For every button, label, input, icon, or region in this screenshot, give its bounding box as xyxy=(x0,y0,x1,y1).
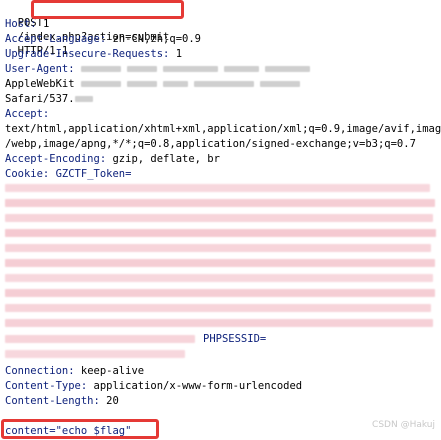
redaction-bar xyxy=(5,214,433,222)
redacted-value xyxy=(264,66,310,72)
redaction-bar xyxy=(5,274,433,282)
header-safari: Safari/537. xyxy=(5,92,99,106)
redaction-bar xyxy=(5,259,435,267)
header-name: Accept-Language: xyxy=(5,33,107,45)
header-name: Content-Length: xyxy=(5,395,100,407)
header-accept-value-2: /webp,image/apng,*/*;q=0.8,application/s… xyxy=(5,137,416,151)
header-connection: Connection: keep-alive xyxy=(5,364,144,378)
redaction-bar xyxy=(5,244,431,252)
header-name: Cookie: xyxy=(5,168,50,180)
header-value: 1 xyxy=(42,18,50,30)
redaction-bar xyxy=(5,199,435,207)
header-user-agent: User-Agent: xyxy=(5,62,316,76)
redacted-value xyxy=(80,81,121,87)
header-host: Host: 1 xyxy=(5,17,49,31)
header-name: AppleWebKit xyxy=(5,78,75,90)
header-value: text/html,application/xhtml+xml,applicat… xyxy=(5,123,441,135)
redacted-value xyxy=(126,81,157,87)
header-name: Accept: xyxy=(5,108,50,120)
redaction-bar xyxy=(5,335,195,343)
header-value: Safari/537. xyxy=(5,93,75,105)
redacted-value xyxy=(80,66,121,72)
header-value: 1 xyxy=(175,48,183,60)
phpsessid-label: PHPSESSID= xyxy=(203,333,267,345)
redaction-bar xyxy=(5,350,185,358)
redacted-value xyxy=(259,81,300,87)
header-value: gzip, deflate, br xyxy=(112,153,220,165)
redaction-bar xyxy=(5,319,433,327)
redaction-bar xyxy=(5,184,430,192)
header-accept-value-1: text/html,application/xhtml+xml,applicat… xyxy=(5,122,441,136)
header-value: zh-CN,zh;q=0.9 xyxy=(112,33,201,45)
header-name: Connection: xyxy=(5,365,75,377)
redaction-bar xyxy=(5,304,431,312)
header-name: Host: xyxy=(5,18,37,30)
header-content-length: Content-Length: 20 xyxy=(5,394,119,408)
redacted-value xyxy=(126,66,157,72)
header-upgrade-insecure: Upgrade-Insecure-Requests: 1 xyxy=(5,47,182,61)
body-highlight-box xyxy=(1,419,159,439)
header-name: Content-Type: xyxy=(5,380,88,392)
header-name: Accept-Encoding: xyxy=(5,153,107,165)
header-cookie: Cookie: GZCTF_Token= xyxy=(5,167,131,181)
redaction-bar xyxy=(5,229,436,237)
watermark: CSDN @Hakuj xyxy=(372,420,435,430)
header-value: 20 xyxy=(106,395,119,407)
path-highlight-box xyxy=(31,0,184,19)
header-value: application/x-www-form-urlencoded xyxy=(93,380,303,392)
redacted-value xyxy=(193,81,254,87)
cookie-token-label: GZCTF_Token= xyxy=(55,168,132,180)
redacted-value xyxy=(162,66,218,72)
redaction-bar xyxy=(5,289,435,297)
redacted-value xyxy=(74,96,93,102)
header-value: /webp,image/apng,*/*;q=0.8,application/s… xyxy=(5,138,416,150)
header-accept-encoding: Accept-Encoding: gzip, deflate, br xyxy=(5,152,220,166)
header-value: keep-alive xyxy=(80,365,145,377)
header-content-type: Content-Type: application/x-www-form-url… xyxy=(5,379,302,393)
header-accept: Accept: xyxy=(5,107,49,121)
header-applewebkit: AppleWebKit xyxy=(5,77,306,91)
header-name: Upgrade-Insecure-Requests: xyxy=(5,48,170,60)
redacted-value xyxy=(223,66,259,72)
header-accept-language: Accept-Language: zh-CN,zh;q=0.9 xyxy=(5,32,201,46)
redacted-value xyxy=(162,81,188,87)
header-name: User-Agent: xyxy=(5,63,75,75)
